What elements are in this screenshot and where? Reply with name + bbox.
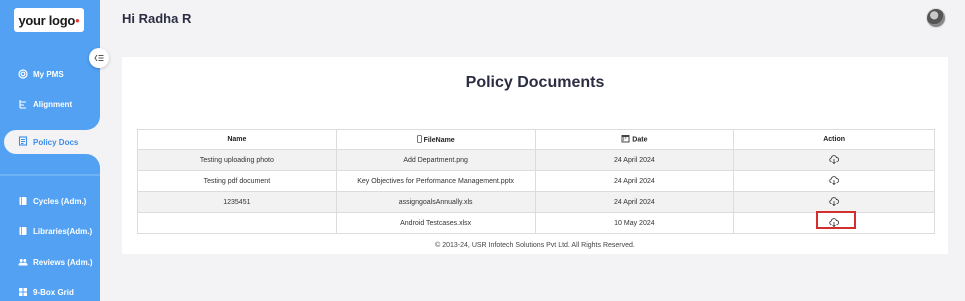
- cell-name: [137, 212, 337, 234]
- cell-name: Testing pdf document: [137, 170, 337, 192]
- sidebar-item-label: Cycles (Adm.): [33, 196, 87, 206]
- sidebar-item-label: Alignment: [33, 99, 73, 109]
- cell-filename: Android Testcases.xlsx: [335, 212, 536, 234]
- highlight-box: [816, 210, 857, 229]
- download-icon[interactable]: [829, 196, 840, 208]
- logo-dot: ●: [74, 15, 80, 25]
- policy-documents-card: Policy Documents Name FileName Date Acti…: [122, 57, 948, 254]
- cell-action: [733, 170, 935, 192]
- book-icon: [18, 226, 28, 236]
- page-title: Policy Documents: [465, 74, 605, 91]
- logo-text: your logo: [18, 12, 75, 28]
- table-row: Android Testcases.xlsx 10 May 2024: [137, 210, 935, 234]
- cell-action: [733, 191, 935, 213]
- cell-filename: assigngoalsAnnually.xls: [335, 191, 536, 213]
- active-curve-top: [84, 114, 100, 130]
- table-row: Testing pdf document Key Objectives for …: [137, 170, 935, 192]
- cell-action: [733, 210, 935, 234]
- cell-name: Testing uploading photo: [137, 149, 337, 171]
- sidebar-item-libraries[interactable]: Libraries(Adm.): [18, 224, 92, 238]
- logo[interactable]: your logo ●: [14, 8, 84, 32]
- column-header-filename: FileName: [335, 129, 536, 150]
- column-header-date: Date: [534, 129, 735, 150]
- sidebar-item-cycles[interactable]: Cycles (Adm.): [18, 194, 86, 208]
- calendar-icon: [621, 134, 630, 145]
- cell-date: 10 May 2024: [534, 212, 735, 234]
- sidebar-item-alignment[interactable]: Alignment: [18, 97, 72, 111]
- download-icon[interactable]: [829, 154, 840, 166]
- sidebar-item-label: Libraries(Adm.): [33, 226, 93, 236]
- footer-copyright: © 2013-24, USR Infotech Solutions Pvt Lt…: [435, 242, 635, 249]
- cell-date: 24 April 2024: [534, 191, 735, 213]
- alignment-icon: [18, 99, 28, 109]
- users-icon: [18, 257, 28, 267]
- sidebar-item-label: My PMS: [33, 69, 64, 79]
- policy-documents-table: Name FileName Date Action Testing upload…: [137, 129, 935, 234]
- collapse-icon: [94, 54, 104, 62]
- sidebar: your logo ● My PMS Alignment Policy Docs …: [0, 0, 100, 301]
- greeting: Hi Radha R: [122, 11, 192, 26]
- cell-filename: Key Objectives for Performance Managemen…: [335, 170, 536, 192]
- target-icon: [18, 69, 28, 79]
- table-row: 1235451 assigngoalsAnnually.xls 24 April…: [137, 191, 935, 213]
- cell-action: [733, 149, 935, 171]
- document-icon: [18, 136, 28, 148]
- sidebar-item-label: Policy Docs: [33, 137, 79, 147]
- collapse-sidebar-button[interactable]: [89, 48, 109, 68]
- sidebar-item-label: 9-Box Grid: [33, 287, 74, 297]
- sidebar-item-reviews[interactable]: Reviews (Adm.): [18, 255, 93, 269]
- active-curve-bottom: [84, 154, 100, 170]
- sidebar-item-label: Reviews (Adm.): [33, 257, 93, 267]
- sidebar-item-9-box-grid[interactable]: 9-Box Grid: [18, 285, 74, 299]
- cell-name: 1235451: [137, 191, 337, 213]
- book-icon: [18, 196, 28, 206]
- column-header-action: Action: [733, 129, 935, 150]
- sidebar-item-policy-docs-label[interactable]: Policy Docs: [18, 136, 78, 148]
- highlighted-download: [816, 210, 857, 229]
- cell-date: 24 April 2024: [534, 170, 735, 192]
- table-header-row: Name FileName Date Action: [137, 129, 935, 150]
- avatar[interactable]: [926, 8, 946, 28]
- sidebar-item-my-pms[interactable]: My PMS: [18, 67, 64, 81]
- cell-filename: Add Department.png: [335, 149, 536, 171]
- column-header-name: Name: [137, 129, 337, 150]
- download-icon[interactable]: [829, 175, 840, 187]
- grid-icon: [18, 287, 28, 297]
- file-icon: [416, 134, 422, 145]
- table-row: Testing uploading photo Add Department.p…: [137, 149, 935, 171]
- cell-date: 24 April 2024: [534, 149, 735, 171]
